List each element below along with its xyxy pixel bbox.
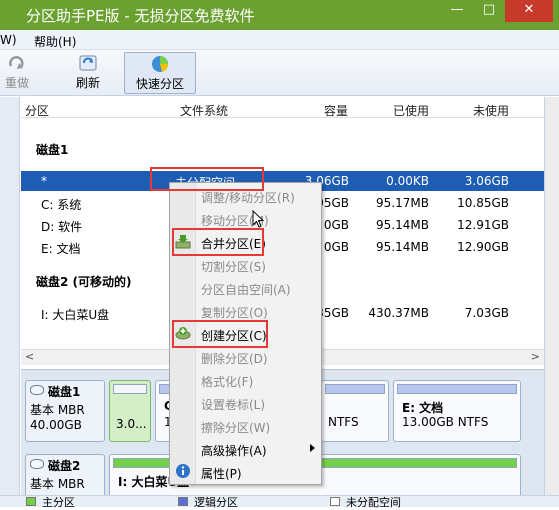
cell-partition: D: 软件	[41, 220, 83, 234]
menu-item-label: 调整/移动分区(R)	[201, 191, 295, 205]
window-title: 分区助手PE版 - 无损分区免费软件	[26, 7, 255, 25]
close-button[interactable]: ✕	[505, 0, 553, 22]
menu-item-label: 格式化(F)	[201, 375, 254, 389]
menu-format[interactable]: 格式化(F)	[197, 370, 321, 392]
menu-bar: W) 帮助(H)	[0, 30, 559, 50]
cell-partition: I: 大白菜U盘	[41, 308, 110, 322]
menu-item-label: 复制分区(O)	[201, 306, 268, 320]
legend-unallocated-swatch	[330, 497, 340, 506]
toolbar: 重做 刷新 快速分区	[0, 50, 559, 96]
disk2-name: 磁盘2	[48, 459, 81, 473]
menu-split[interactable]: 切割分区(S)	[197, 255, 321, 277]
partition-d-block[interactable]: NTFS	[321, 380, 389, 442]
menu-properties[interactable]: 属性(P)	[197, 462, 321, 484]
partition-e-name: E: 文档	[402, 401, 444, 415]
cell-unused: 3.06GB	[464, 174, 509, 188]
menu-item-label: 删除分区(D)	[201, 352, 268, 366]
redo-icon	[9, 56, 24, 69]
disk1-title: 磁盘1	[36, 143, 69, 157]
cell-used: 95.14MB	[376, 240, 429, 254]
menu-item-label: 高级操作(A)	[201, 444, 267, 458]
unallocated-block[interactable]: 3.0...	[109, 380, 151, 442]
partition-e-block[interactable]: E: 文档 13.00GB NTFS	[393, 380, 521, 442]
cell-partition: *	[41, 174, 47, 188]
legend-primary: 主分区	[42, 496, 75, 509]
legend-unallocated: 未分配空间	[346, 496, 401, 509]
disk2-title: 磁盘2 (可移动的)	[36, 275, 132, 289]
menu-item-label: 擦除分区(W)	[201, 421, 271, 435]
redo-label: 重做	[4, 76, 29, 90]
highlight-unallocated	[150, 167, 264, 191]
highlight-create	[172, 320, 268, 348]
usage-bar	[113, 384, 147, 394]
menu-advanced[interactable]: 高级操作(A)	[197, 439, 321, 461]
usage-bar	[397, 384, 517, 394]
menu-allocate-free[interactable]: 分区自由空间(A)	[197, 278, 321, 300]
disk2-type: 基本 MBR	[30, 477, 85, 491]
refresh-label: 刷新	[75, 76, 100, 90]
cell-unused: 12.91GB	[457, 218, 509, 232]
disk-icon	[30, 385, 44, 395]
menu-item-help[interactable]: 帮助(H)	[34, 33, 76, 50]
legend-primary-swatch	[26, 497, 36, 506]
highlight-merge	[172, 228, 264, 256]
menu-delete[interactable]: 删除分区(D)	[197, 347, 321, 369]
cell-unused: 7.03GB	[464, 306, 509, 320]
col-partition[interactable]: 分区	[25, 102, 49, 119]
menu-item-wizard[interactable]: W)	[0, 33, 17, 47]
disk1-type: 基本 MBR	[30, 403, 85, 417]
cell-partition: E: 文档	[41, 242, 81, 256]
cell-partition: C: 系统	[41, 198, 82, 212]
usage-bar	[325, 384, 385, 394]
partition-d-fs: NTFS	[328, 415, 359, 429]
refresh-button[interactable]: 刷新	[64, 52, 112, 94]
scroll-left-arrow[interactable]: <	[25, 350, 34, 363]
info-icon	[176, 464, 190, 478]
disk-icon	[30, 459, 44, 469]
quick-partition-label: 快速分区	[135, 77, 184, 91]
legend-logical-swatch	[178, 497, 188, 506]
cell-unused: 12.90GB	[457, 240, 509, 254]
col-capacity[interactable]: 容量	[324, 102, 348, 119]
disk1-size: 40.00GB	[30, 418, 82, 432]
cell-used: 95.14MB	[376, 218, 429, 232]
list-header: 分区 文件系统 容量 已使用 未使用	[21, 100, 544, 118]
scroll-right-arrow[interactable]: >	[531, 350, 540, 363]
cell-used: 95.17MB	[376, 196, 429, 210]
menu-item-label: 分区自由空间(A)	[201, 283, 291, 297]
col-unused[interactable]: 未使用	[473, 102, 509, 119]
maximize-button[interactable]: □	[474, 0, 504, 22]
cell-used: 0.00KB	[386, 174, 429, 188]
mouse-cursor-icon	[252, 210, 264, 228]
cell-unused: 10.85GB	[457, 196, 509, 210]
disk1-card[interactable]: 磁盘1 基本 MBR 40.00GB	[25, 380, 105, 442]
legend-logical: 逻辑分区	[194, 496, 238, 509]
disk1-name: 磁盘1	[48, 385, 81, 399]
menu-set-label[interactable]: 设置卷标(L)	[197, 393, 321, 415]
vertical-scrollbar[interactable]	[544, 97, 559, 507]
menu-wipe[interactable]: 擦除分区(W)	[197, 416, 321, 438]
menu-item-label: 属性(P)	[201, 467, 242, 481]
refresh-icon	[79, 55, 97, 71]
unalloc-label: 3.0...	[116, 417, 147, 431]
menu-item-label: 设置卷标(L)	[201, 398, 266, 412]
col-filesystem[interactable]: 文件系统	[180, 102, 228, 119]
quick-partition-icon	[152, 56, 169, 72]
disk1-group[interactable]: 磁盘1	[21, 138, 544, 158]
col-used[interactable]: 已使用	[393, 102, 429, 119]
title-bar: 分区助手PE版 - 无损分区免费软件 — □ ✕	[0, 0, 559, 30]
redo-button[interactable]: 重做	[0, 52, 34, 94]
cell-used: 430.37MB	[368, 306, 429, 320]
left-panel	[0, 97, 20, 507]
minimize-button[interactable]: —	[442, 0, 472, 22]
partition-e-info: 13.00GB NTFS	[402, 415, 489, 429]
disk2-card[interactable]: 磁盘2 基本 MBR	[25, 454, 105, 498]
legend: 主分区 逻辑分区 未分配空间	[0, 495, 559, 509]
menu-item-label: 切割分区(S)	[201, 260, 266, 274]
submenu-arrow-icon	[310, 444, 315, 452]
quick-partition-button[interactable]: 快速分区	[124, 52, 196, 94]
